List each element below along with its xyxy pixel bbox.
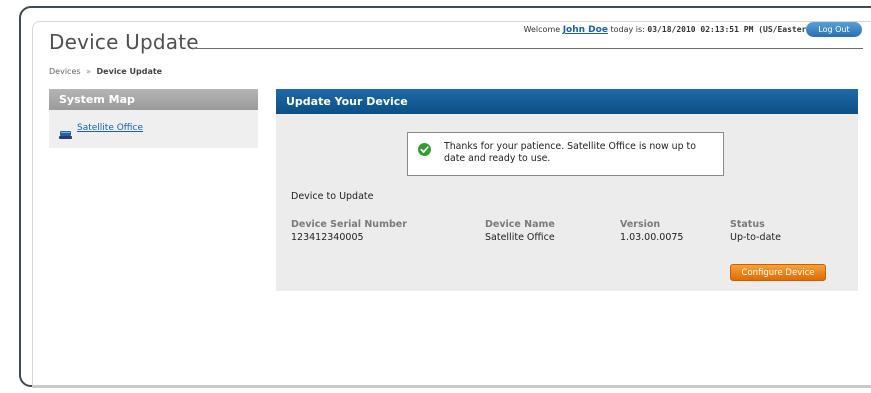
welcome-bar: Welcome John Doe today is: 03/18/2010 02… (524, 25, 816, 35)
system-map-sidebar: System Map Satellite Office (49, 89, 258, 148)
success-message-text: Thanks for your patience. Satellite Offi… (444, 141, 696, 164)
user-name-link[interactable]: John Doe (563, 25, 608, 35)
device-icon (59, 124, 72, 139)
version-value: 1.03.00.0075 (620, 232, 684, 243)
current-datetime: 03/18/2010 02:13:51 PM (US/Eastern) (647, 25, 816, 34)
breadcrumb-devices[interactable]: Devices (49, 67, 81, 76)
panel-title: Update Your Device (276, 89, 858, 114)
version-header: Version (620, 219, 661, 230)
status-value: Up-to-date (730, 232, 781, 243)
sidebar-item-satellite-office[interactable]: Satellite Office (59, 123, 143, 139)
page-title: Device Update (49, 30, 199, 54)
section-label: Device to Update (291, 191, 374, 202)
today-prefix: today is: (610, 25, 645, 34)
welcome-prefix: Welcome (523, 25, 561, 34)
logout-button[interactable]: Log Out (806, 22, 862, 37)
update-device-panel: Update Your Device Thanks for your patie… (276, 89, 858, 291)
sidebar-item-label[interactable]: Satellite Office (77, 123, 143, 133)
configure-device-button[interactable]: Configure Device (730, 264, 826, 281)
device-name-header: Device Name (485, 219, 555, 230)
sidebar-title: System Map (49, 89, 258, 110)
device-name-value: Satellite Office (485, 232, 555, 243)
title-divider (193, 48, 863, 49)
check-icon (418, 141, 431, 156)
serial-number-header: Device Serial Number (291, 219, 407, 230)
breadcrumb: Devices » Device Update (49, 67, 162, 76)
breadcrumb-current: Device Update (96, 67, 163, 76)
serial-number-value: 123412340005 (291, 232, 364, 243)
success-message: Thanks for your patience. Satellite Offi… (407, 132, 724, 176)
breadcrumb-separator: » (86, 67, 91, 76)
status-header: Status (730, 219, 765, 230)
